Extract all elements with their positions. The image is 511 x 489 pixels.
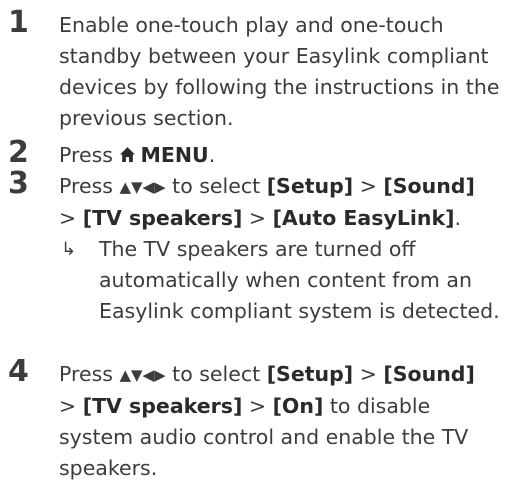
path-setup: [Setup] <box>266 174 354 198</box>
nav-arrows-icon: ▲▼◀▶ <box>119 178 166 196</box>
path-auto-easylink: [Auto EasyLink] <box>272 206 455 230</box>
path-on: [On] <box>272 394 324 418</box>
path-setup: [Setup] <box>266 362 354 386</box>
step-text: Press ▲▼◀▶ to select [Setup] > [Sound] >… <box>59 359 504 484</box>
result-note: ↳ The TV speakers are turned off automat… <box>59 234 504 327</box>
step-prefix: Press <box>59 362 120 386</box>
path-tv-speakers: [TV speakers] <box>82 394 243 418</box>
step-text: Press MENU. <box>59 140 504 171</box>
step-text: Enable one-touch play and one-touch stan… <box>59 13 500 130</box>
home-icon <box>120 147 136 162</box>
step-number: 2 <box>8 135 29 170</box>
path-separator: > <box>242 206 273 230</box>
step-text: Press ▲▼◀▶ to select [Setup] > [Sound] >… <box>59 171 504 327</box>
path-tv-speakers: [TV speakers] <box>82 206 243 230</box>
step-number: 1 <box>8 5 29 40</box>
step-mid: to select <box>165 362 267 386</box>
path-separator: > <box>353 174 384 198</box>
path-separator: > <box>353 362 384 386</box>
step-number: 3 <box>8 166 29 201</box>
step-suffix: . <box>208 143 216 167</box>
path-separator: > <box>242 394 273 418</box>
nav-arrows-icon: ▲▼◀▶ <box>119 366 166 384</box>
step-mid: to select <box>165 174 267 198</box>
step-prefix: Press <box>59 143 120 167</box>
result-arrow-icon: ↳ <box>61 239 77 260</box>
menu-key: MENU <box>140 143 209 167</box>
path-sound: [Sound] <box>383 174 475 198</box>
path-end: . <box>454 206 462 230</box>
step-prefix: Press <box>59 174 120 198</box>
result-text: The TV speakers are turned off automatic… <box>99 237 500 323</box>
step-number: 4 <box>8 354 29 389</box>
path-separator: > <box>59 394 83 418</box>
path-sound: [Sound] <box>383 362 475 386</box>
path-separator: > <box>59 206 83 230</box>
